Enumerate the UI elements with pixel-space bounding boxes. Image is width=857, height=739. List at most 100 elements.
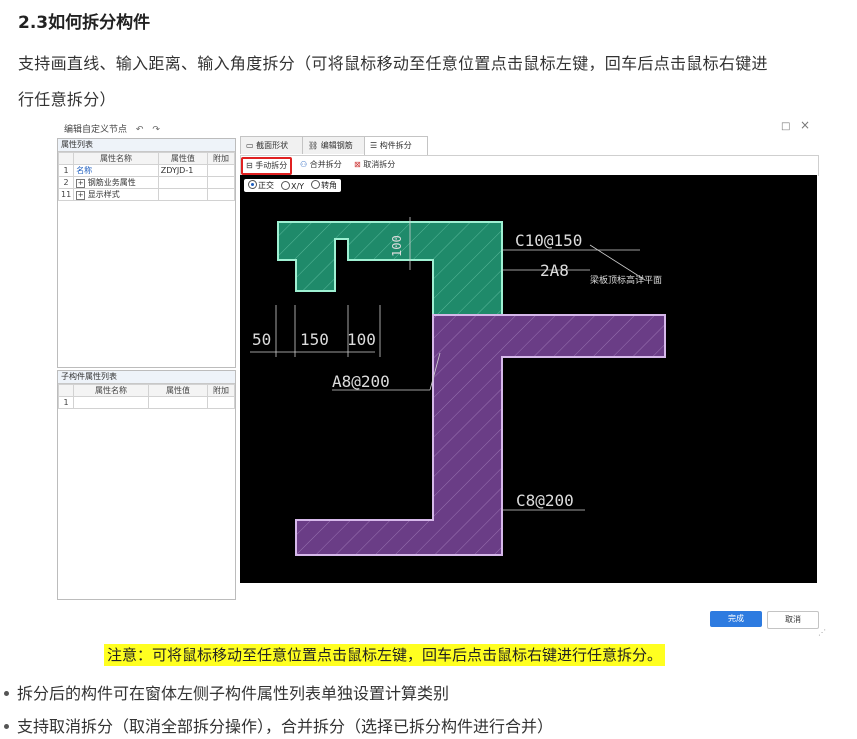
column-header-name: 属性名称 [73, 152, 159, 165]
maximize-icon[interactable]: □ [781, 121, 790, 132]
merge-split-button[interactable]: ⚇ 合并拆分 [297, 158, 345, 172]
sub-component-table: 属性名称 属性值 附加 1 [58, 384, 235, 409]
cancel-button[interactable]: 取消 [767, 611, 819, 629]
cancel-split-icon: ⊠ [354, 160, 361, 169]
radio-ortho-label: 正交 [258, 181, 274, 190]
label-c8: C8@200 [516, 491, 574, 510]
dialog-title: 编辑自定义节点 [64, 125, 128, 135]
radio-xy-dot [281, 180, 290, 190]
row-index-header [58, 384, 74, 397]
tab-label: 构件拆分 [379, 141, 412, 150]
bullet-dot [4, 691, 9, 696]
manual-split-label: 手动拆分 [255, 161, 288, 170]
radio-angle-label: 转角 [321, 181, 338, 190]
property-name-cell[interactable] [72, 396, 150, 409]
split-toolbar: ⊟ 手动拆分 ⚇ 合并拆分 ⊠ 取消拆分 [240, 155, 819, 176]
snap-mode-radios: 正交 X/Y 转角 [244, 179, 342, 192]
section-shape-icon: ▭ [246, 141, 254, 150]
property-name-text: 名称 [76, 166, 93, 175]
row-index: 1 [57, 164, 75, 177]
label-dim-150: 150 [300, 330, 329, 349]
column-header-value: 属性值 [157, 152, 209, 165]
property-name: + 钢筋业务属性 [73, 176, 159, 189]
dialog-title-bar: 编辑自定义节点 ↶ ↷ [64, 122, 160, 135]
resize-grip-icon[interactable]: ⋰ [818, 628, 826, 637]
row-index: 2 [57, 176, 75, 189]
bullet-item: 拆分后的构件可在窗体左侧子构件属性列表单独设置计算类别 [2, 680, 449, 704]
table-row[interactable]: 2 + 钢筋业务属性 [57, 176, 235, 189]
property-value-cell[interactable] [148, 396, 208, 409]
row-index: 1 [58, 396, 74, 409]
column-header-value: 属性值 [148, 384, 208, 397]
section-heading: 2.3如何拆分构件 [18, 13, 151, 33]
sub-component-property-panel: 子构件属性列表 属性名称 属性值 附加 1 [57, 370, 236, 600]
tab-section-shape[interactable]: ▭ 截面形状 [240, 136, 304, 154]
tab-label: 编辑钢筋 [320, 141, 353, 150]
cancel-split-label: 取消拆分 [363, 160, 396, 169]
label-dim-100: 100 [347, 330, 376, 349]
property-extra-cell[interactable] [207, 164, 235, 177]
property-extra-cell[interactable] [207, 188, 235, 201]
radio-angle[interactable]: 转角 [311, 180, 337, 191]
table-row[interactable]: 11 + 显示样式 [57, 188, 235, 201]
drawing-canvas[interactable]: C10@150 2A8 梁板顶标高详平面 100 50 150 100 A8@2… [240, 175, 817, 583]
tab-edit-rebar[interactable]: ⛓ 编辑钢筋 [302, 136, 366, 154]
redo-icon[interactable]: ↷ [152, 125, 160, 135]
edit-rebar-icon: ⛓ [308, 141, 319, 150]
property-name: + 显示样式 [73, 188, 159, 201]
column-header-extra: 附加 [207, 152, 235, 165]
tab-component-split[interactable]: ☰ 构件拆分 [364, 136, 428, 155]
cancel-split-button[interactable]: ⊠ 取消拆分 [351, 158, 398, 172]
property-name-text: 显示样式 [87, 190, 120, 199]
radio-ortho[interactable]: 正交 [248, 180, 274, 191]
merge-split-icon: ⚇ [300, 160, 308, 169]
highlighted-note: 注意：可将鼠标移动至任意位置点击鼠标左键，回车后点击鼠标右键进行任意拆分。 [104, 644, 666, 666]
table-row[interactable]: 1 名称 ZDYJD-1 [57, 164, 235, 177]
finish-button[interactable]: 完成 [710, 611, 762, 627]
bullet-item: 支持取消拆分（取消全部拆分操作），合并拆分（选择已拆分构件进行合并） [2, 713, 553, 737]
row-index-header [57, 152, 75, 165]
bullet-text: 拆分后的构件可在窗体左侧子构件属性列表单独设置计算类别 [17, 684, 450, 703]
row-index: 11 [57, 188, 75, 201]
label-a8: A8@200 [332, 372, 390, 391]
radio-xy[interactable]: X/Y [281, 180, 305, 191]
merge-split-label: 合并拆分 [309, 160, 342, 169]
intro-paragraph-line-1: 支持画直线、输入距离、输入角度拆分（可将鼠标移动至任意位置点击鼠标左键，回车后点… [18, 54, 768, 73]
property-value-cell[interactable] [157, 176, 209, 189]
label-dim-50: 50 [252, 330, 271, 349]
bullet-text: 支持取消拆分（取消全部拆分操作），合并拆分（选择已拆分构件进行合并） [17, 717, 554, 736]
expand-icon[interactable]: + [76, 179, 86, 188]
sub-component-list-title: 子构件属性列表 [58, 371, 235, 384]
radio-xy-label: X/Y [291, 181, 305, 191]
property-list-title: 属性列表 [58, 139, 235, 152]
radio-angle-dot [311, 180, 321, 189]
component-split-icon: ☰ [370, 141, 378, 150]
expand-icon[interactable]: + [76, 191, 86, 200]
manual-split-icon: ⊟ [246, 161, 253, 170]
label-dim-100-vertical: 100 [390, 235, 404, 257]
undo-icon[interactable]: ↶ [136, 125, 144, 135]
property-extra-cell[interactable] [207, 176, 235, 189]
node-drawing: C10@150 2A8 梁板顶标高详平面 100 50 150 100 A8@2… [250, 217, 666, 556]
property-name-text: 钢筋业务属性 [87, 178, 136, 187]
column-header-name: 属性名称 [72, 384, 150, 397]
close-icon[interactable]: × [800, 118, 810, 132]
label-side-note: 梁板顶标高详平面 [590, 274, 662, 286]
property-extra-cell[interactable] [207, 396, 235, 409]
edit-custom-node-dialog: 编辑自定义节点 ↶ ↷ □ × 属性列表 属性名称 属性值 附加 1 名称 ZD… [55, 118, 826, 637]
tab-label: 截面形状 [256, 141, 289, 150]
property-value-cell[interactable]: ZDYJD-1 [157, 164, 209, 177]
lower-split-section[interactable] [295, 314, 666, 556]
bullet-dot [4, 724, 9, 729]
property-value-cell[interactable] [157, 188, 209, 201]
label-2a8: 2A8 [540, 261, 569, 280]
table-row[interactable]: 1 [58, 396, 235, 409]
property-name: 名称 [73, 164, 159, 177]
intro-paragraph-line-2: 行任意拆分） [18, 90, 116, 109]
property-list-panel: 属性列表 属性名称 属性值 附加 1 名称 ZDYJD-1 2 + 钢筋业务属性 [57, 138, 236, 368]
label-c10: C10@150 [515, 231, 582, 250]
radio-ortho-dot [248, 180, 257, 189]
manual-split-button[interactable]: ⊟ 手动拆分 [241, 157, 293, 175]
property-table: 属性名称 属性值 附加 1 名称 ZDYJD-1 2 + 钢筋业务属性 11 +… [57, 152, 235, 201]
column-header-extra: 附加 [207, 384, 235, 397]
